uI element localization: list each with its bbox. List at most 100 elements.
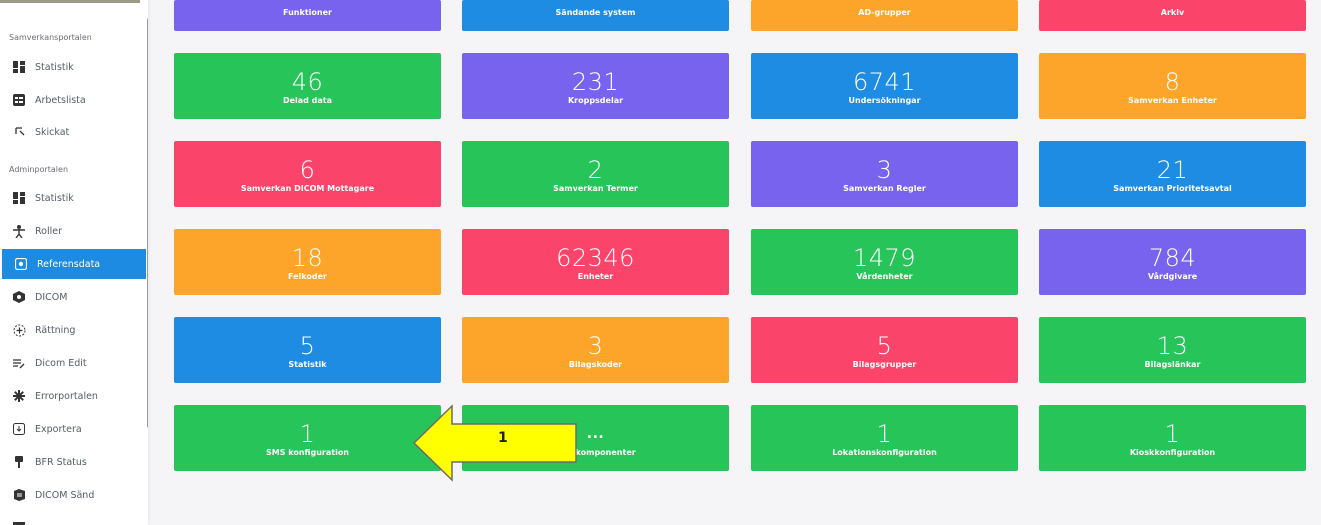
sidebar-item-bfr-status[interactable]: BFR Status (0, 447, 146, 477)
sidebar-item-label: DICOM Sänd (35, 489, 95, 501)
card-label: Enheter (577, 272, 614, 281)
card-label: Funktioner (283, 8, 332, 17)
card-value: 62346 (556, 244, 635, 272)
stat-card[interactable]: 1 SMS konfiguration (174, 405, 441, 471)
card-value: 8 (1164, 68, 1181, 96)
card-label: Arkiv (1160, 8, 1185, 17)
card-ad-grupper[interactable]: AD-grupper (751, 0, 1018, 31)
stat-card[interactable]: 18 Felkoder (174, 229, 441, 295)
error-icon (12, 389, 26, 403)
card-arkiv[interactable]: Arkiv (1039, 0, 1306, 31)
card-value: 5 (876, 332, 893, 360)
card-label: SMS konfiguration (265, 448, 350, 457)
stat-card[interactable]: 231 Kroppsdelar (462, 53, 729, 119)
reference-icon (14, 257, 28, 271)
stat-card[interactable]: 2 Samverkan Termer (462, 141, 729, 207)
sidebar-item-statistik[interactable]: Statistik (0, 52, 146, 82)
card-value: 46 (291, 68, 324, 96)
card-value: 6741 (852, 68, 917, 96)
sidebar-item-exportera[interactable]: Exportera (0, 414, 146, 444)
card-value: 2 (587, 156, 604, 184)
card-label: Samverkan Regler (843, 184, 926, 193)
stat-card[interactable]: 1479 Vårdenheter (751, 229, 1018, 295)
card-value: 1 (876, 420, 893, 448)
sidebar-item-errorportalen[interactable]: Errorportalen (0, 381, 146, 411)
stat-card[interactable]: 5 Statistik (174, 317, 441, 383)
sidebar-item-label: Referensdata (37, 258, 101, 270)
stat-card[interactable]: 1 Kioskkonfiguration (1039, 405, 1306, 471)
sidebar-item-statistik-admin[interactable]: Statistik (0, 183, 146, 213)
sidebar-item-referensdata[interactable]: Referensdata (2, 249, 146, 279)
sidebar-item-label: Rättning (35, 324, 76, 336)
card-label: AD-grupper (858, 8, 911, 17)
send-icon (12, 125, 26, 139)
annotation-label: 1 (498, 430, 508, 446)
card-value: 784 (1148, 244, 1197, 272)
stat-card[interactable]: 3 Bilagskoder (462, 317, 729, 383)
card-label: Vårdgivare (1147, 272, 1198, 281)
card-value: 1 (1164, 420, 1181, 448)
stat-card[interactable]: 1 Lokationskonfiguration (751, 405, 1018, 471)
sidebar-item-rattning[interactable]: Rättning (0, 315, 146, 345)
stat-card[interactable]: 6 Samverkan DICOM Mottagare (174, 141, 441, 207)
card-label: Samverkan Termer (553, 184, 638, 193)
sidebar-scrollbar[interactable] (147, 18, 148, 428)
stat-card[interactable]: 5 Bilagsgrupper (751, 317, 1018, 383)
sidebar-item-skickat[interactable]: Skickat (0, 117, 146, 147)
stat-card[interactable]: 784 Vårdgivare (1039, 229, 1306, 295)
card-value: 3 (587, 332, 604, 360)
card-label: Delad data (282, 96, 333, 105)
card-value: 13 (1156, 332, 1189, 360)
sidebar-item-cutoff[interactable] (0, 513, 146, 525)
card-label: Samverkan DICOM Mottagare (240, 184, 375, 193)
sidebar: Samverkansportalen Statistik Arbetslista… (0, 0, 148, 525)
stat-card[interactable]: 6741 Undersökningar (751, 53, 1018, 119)
list-icon (12, 93, 26, 107)
stat-card[interactable]: 46 Delad data (174, 53, 441, 119)
annotation-arrow: 1 (412, 404, 578, 482)
card-label: Bilagslänkar (1144, 360, 1201, 369)
dashboard-icon (12, 191, 26, 205)
dicom-icon (12, 290, 26, 304)
card-value: 231 (571, 68, 620, 96)
stat-card[interactable]: 62346 Enheter (462, 229, 729, 295)
dashboard-icon (12, 60, 26, 74)
sidebar-item-roller[interactable]: Roller (0, 216, 146, 246)
section-title-adminportalen: Adminportalen (9, 165, 69, 174)
sidebar-item-label: Dicom Edit (35, 357, 87, 369)
sidebar-item-label: DICOM (35, 291, 68, 303)
person-icon (12, 224, 26, 238)
sidebar-item-label: Errorportalen (35, 390, 98, 402)
sidebar-item-dicom[interactable]: DICOM (0, 282, 146, 312)
card-label: Lokationskonfiguration (832, 448, 937, 457)
sidebar-item-label: Skickat (35, 126, 70, 138)
sidebar-item-label: Exportera (35, 423, 82, 435)
card-label: Sändande system (555, 8, 636, 17)
sidebar-item-label: BFR Status (35, 456, 87, 468)
card-sandande-system[interactable]: Sändande system (462, 0, 729, 31)
export-icon (12, 422, 26, 436)
card-label: Samverkan Enheter (1128, 96, 1217, 105)
sidebar-item-label: Statistik (35, 192, 74, 204)
card-value: 3 (876, 156, 893, 184)
grid-icon (12, 521, 26, 525)
sidebar-item-arbetslista[interactable]: Arbetslista (0, 85, 146, 115)
stat-card[interactable]: 13 Bilagslänkar (1039, 317, 1306, 383)
stat-card[interactable]: 21 Samverkan Prioritetsavtal (1039, 141, 1306, 207)
stat-card[interactable]: 8 Samverkan Enheter (1039, 53, 1306, 119)
sidebar-item-label: Roller (35, 225, 63, 237)
section-title-samverkansportalen: Samverkansportalen (9, 33, 92, 42)
card-label: Vårdenheter (856, 272, 913, 281)
card-label: Samverkan Prioritetsavtal (1113, 184, 1232, 193)
card-label: Kioskkonfiguration (1129, 448, 1216, 457)
card-label: Bilagsgrupper (852, 360, 917, 369)
card-value: 6 (299, 156, 316, 184)
sidebar-item-dicom-edit[interactable]: Dicom Edit (0, 348, 146, 378)
card-value: 5 (299, 332, 316, 360)
card-value: 21 (1156, 156, 1189, 184)
sidebar-item-dicom-sand[interactable]: DICOM Sänd (0, 480, 146, 510)
stat-card[interactable]: 3 Samverkan Regler (751, 141, 1018, 207)
card-funktioner[interactable]: Funktioner (174, 0, 441, 31)
card-label: Kroppsdelar (567, 96, 624, 105)
card-label: Felkoder (287, 272, 327, 281)
